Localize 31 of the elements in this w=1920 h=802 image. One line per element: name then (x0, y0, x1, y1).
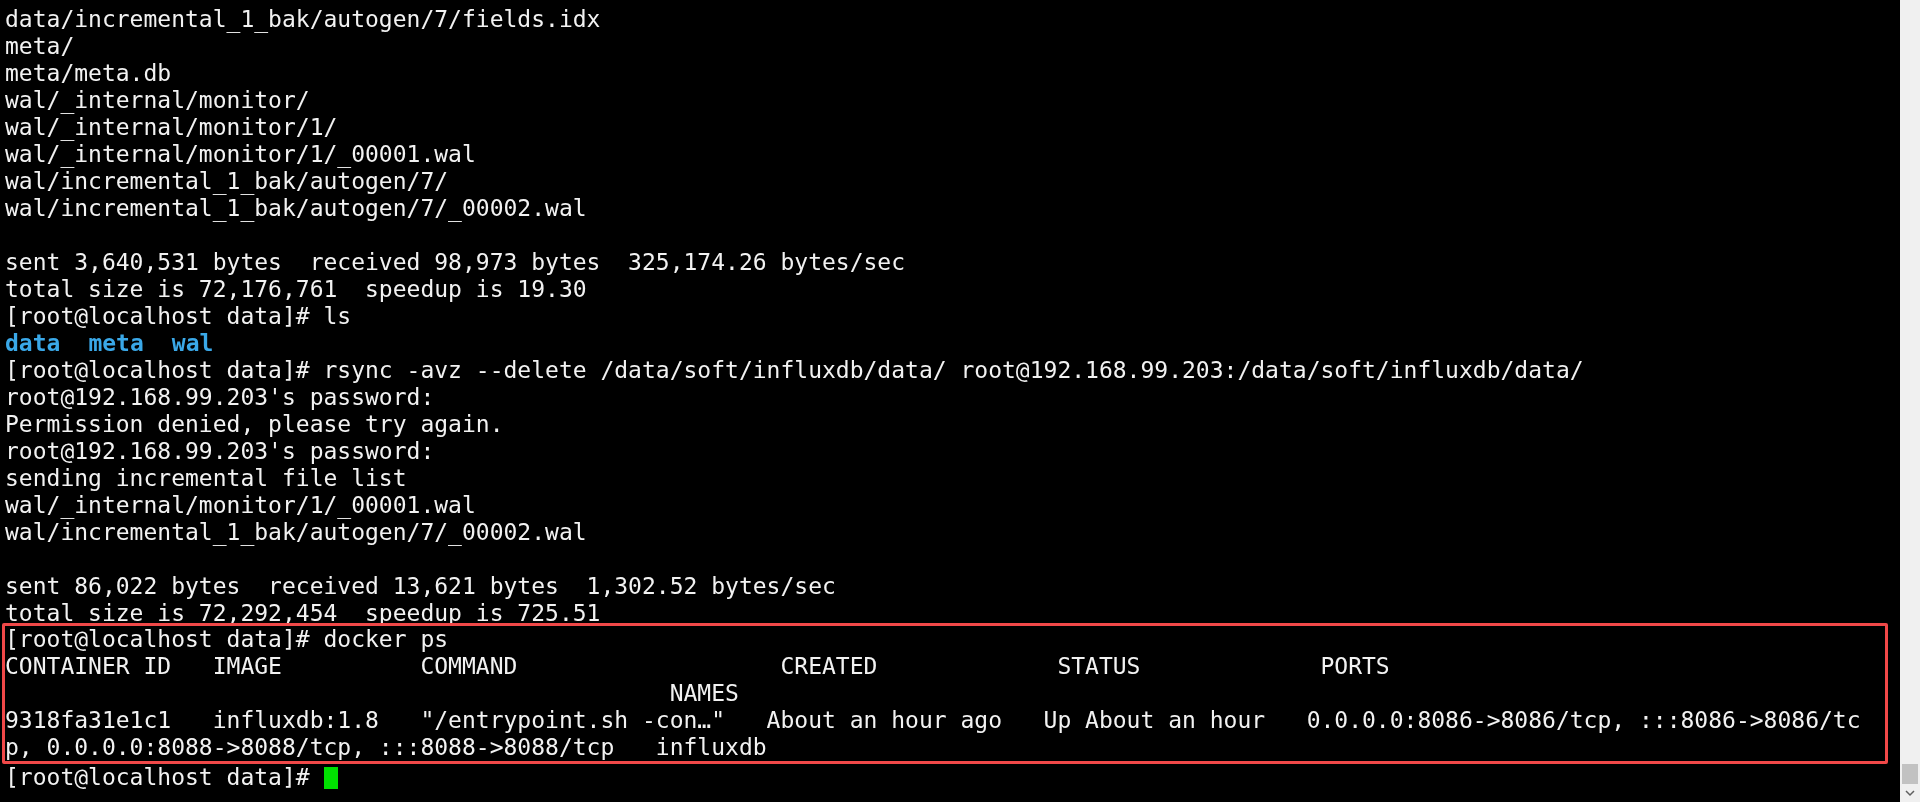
terminal-line: sending incremental file list (4, 465, 408, 492)
terminal-line: root@192.168.99.203's password: (4, 438, 436, 465)
terminal-line: meta/meta.db (4, 60, 173, 87)
terminal-line: [root@localhost data]# rsync -avz --delete /data/soft/influxdb/data/ root@192.168.99.203:/data/soft/influxdb/data/ (4, 357, 1585, 384)
terminal-line: 9318fa31e1c1 influxdb:1.8 "/entrypoint.sh -con…" About an hour ago Up About an hour 0.0.0.0:8086->8086/tcp, :::8086->8086/tc (5, 707, 1862, 734)
terminal-line: p, 0.0.0.0:8088->8088/tcp, :::8088->8088/tcp influxdb (5, 734, 768, 761)
terminal-line: wal/_internal/monitor/ (4, 87, 311, 114)
terminal-line: NAMES (668, 680, 740, 707)
terminal-line: data/incremental_1_bak/autogen/7/fields.idx (4, 6, 602, 33)
terminal-line: sent 3,640,531 bytes received 98,973 bytes 325,174.26 bytes/sec (4, 249, 907, 276)
terminal-line: [root@localhost data]# docker ps (5, 626, 450, 653)
terminal-line: wal/incremental_1_bak/autogen/7/_00002.wal (4, 519, 588, 546)
terminal-line: [root@localhost data]# ls (4, 303, 353, 330)
scrollbar[interactable] (1900, 0, 1920, 802)
directory-name: wal (171, 330, 214, 357)
terminal-line: wal/incremental_1_bak/autogen/7/ (4, 168, 450, 195)
directory-name: meta (88, 330, 144, 357)
terminal-line: wal/_internal/monitor/1/ (4, 114, 339, 141)
terminal-line: wal/incremental_1_bak/autogen/7/_00002.wal (4, 195, 588, 222)
terminal-line: wal/_internal/monitor/1/_00001.wal (4, 141, 477, 168)
terminal-line: total size is 72,292,454 speedup is 725.51 (4, 600, 602, 627)
terminal-line: wal/_internal/monitor/1/_00001.wal (4, 492, 477, 519)
directory-name: data (5, 330, 61, 357)
terminal-line: sent 86,022 bytes received 13,621 bytes 1,302.52 bytes/sec (4, 573, 837, 600)
terminal-line: total size is 72,176,761 speedup is 19.30 (4, 276, 588, 303)
scrollbar-thumb[interactable] (1902, 764, 1918, 784)
terminal-line: Permission denied, please try again. (4, 411, 505, 438)
terminal-line: CONTAINER ID IMAGE COMMAND CREATED STATUS PORTS (5, 653, 1391, 680)
terminal-line: root@192.168.99.203's password: (4, 384, 436, 411)
terminal-line: meta/ (4, 33, 76, 60)
command-prompt: [root@localhost data]# (5, 764, 311, 791)
